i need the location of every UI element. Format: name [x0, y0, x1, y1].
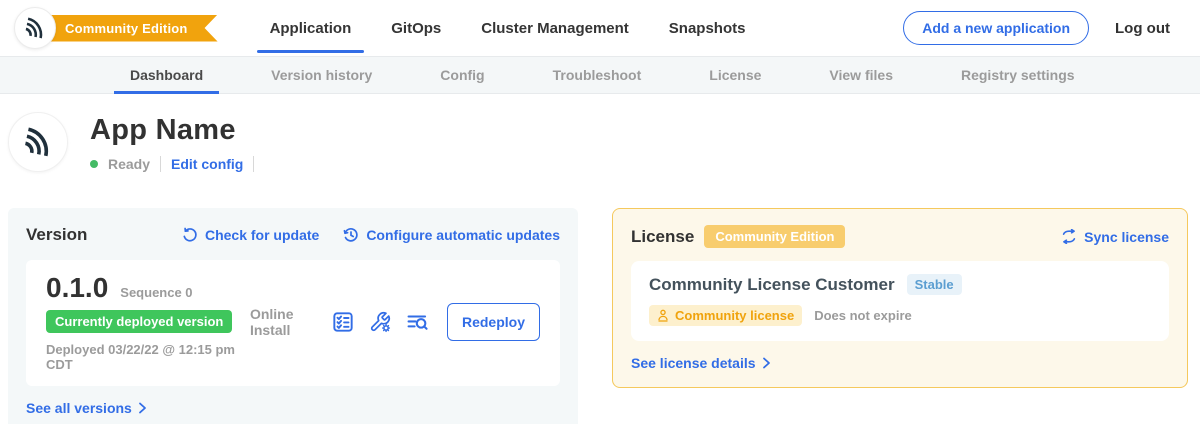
channel-badge: Stable — [907, 274, 962, 295]
app-logo-avatar — [14, 7, 56, 49]
subnav-config[interactable]: Config — [424, 57, 500, 93]
deployed-badge: Currently deployed version — [46, 310, 232, 333]
replicated-logo-icon — [22, 15, 48, 41]
deploy-logs-icon[interactable] — [406, 311, 429, 333]
divider — [160, 156, 161, 172]
logout-link[interactable]: Log out — [1115, 20, 1170, 37]
person-icon — [657, 309, 669, 322]
subnav-registry-settings[interactable]: Registry settings — [945, 57, 1091, 93]
refresh-icon — [182, 227, 198, 243]
top-nav-tabs: Application GitOps Cluster Management Sn… — [250, 0, 766, 56]
expiry-label: Does not expire — [814, 308, 912, 323]
tab-application[interactable]: Application — [257, 0, 365, 56]
swap-arrows-icon — [1061, 229, 1077, 244]
tab-snapshots[interactable]: Snapshots — [656, 0, 759, 56]
subnav-view-files[interactable]: View files — [813, 57, 909, 93]
subnav-troubleshoot[interactable]: Troubleshoot — [537, 57, 658, 93]
version-number: 0.1.0 — [46, 272, 108, 304]
redeploy-button[interactable]: Redeploy — [447, 303, 540, 341]
subnav-dashboard[interactable]: Dashboard — [114, 57, 219, 93]
install-type-label: Online Install — [250, 306, 316, 338]
app-subnav: Dashboard Version history Config Trouble… — [0, 56, 1200, 94]
clock-refresh-icon — [343, 227, 359, 243]
check-for-update-link[interactable]: Check for update — [182, 227, 319, 243]
chevron-right-icon — [762, 357, 771, 369]
license-type-chip: Community license — [649, 305, 802, 326]
chevron-right-icon — [138, 402, 147, 414]
community-edition-banner: Community Edition — [43, 15, 218, 42]
configure-automatic-updates-link[interactable]: Configure automatic updates — [343, 227, 560, 243]
sequence-label: Sequence 0 — [120, 285, 192, 300]
see-license-details-link[interactable]: See license details — [631, 355, 1169, 371]
customer-name: Community License Customer — [649, 275, 895, 295]
subnav-license[interactable]: License — [693, 57, 777, 93]
license-card-title: License — [631, 227, 694, 247]
subnav-version-history[interactable]: Version history — [255, 57, 388, 93]
deployed-timestamp: Deployed 03/22/22 @ 12:15 pm CDT — [46, 342, 250, 372]
replicated-logo-icon — [20, 124, 56, 160]
license-details-panel: Community License Customer Stable Commun… — [631, 261, 1169, 341]
wrench-gear-config-icon[interactable] — [369, 311, 391, 333]
version-card: Version Check for update — [8, 208, 578, 424]
sync-license-link[interactable]: Sync license — [1061, 229, 1169, 245]
license-card: License Community Edition Sync license — [612, 208, 1188, 388]
see-all-versions-link[interactable]: See all versions — [26, 400, 560, 416]
app-header: App Name Ready Edit config — [0, 94, 1200, 172]
dashboard-cards: Version Check for update — [0, 172, 1200, 424]
tab-cluster-management[interactable]: Cluster Management — [468, 0, 642, 56]
status-row: Ready Edit config — [90, 156, 254, 172]
community-edition-badge: Community Edition — [704, 225, 845, 248]
current-version-panel: 0.1.0 Sequence 0 Currently deployed vers… — [26, 260, 560, 386]
status-label: Ready — [108, 156, 150, 172]
brand: Community Edition — [14, 7, 218, 49]
add-new-application-button[interactable]: Add a new application — [903, 11, 1089, 45]
page-title: App Name — [90, 114, 254, 147]
preflight-checks-icon[interactable] — [332, 311, 354, 333]
edit-config-link[interactable]: Edit config — [171, 156, 243, 172]
top-navbar: Community Edition Application GitOps Clu… — [0, 0, 1200, 56]
status-dot — [90, 160, 98, 168]
tab-gitops[interactable]: GitOps — [378, 0, 454, 56]
app-avatar — [8, 112, 68, 172]
divider — [253, 156, 254, 172]
version-card-title: Version — [26, 225, 87, 245]
